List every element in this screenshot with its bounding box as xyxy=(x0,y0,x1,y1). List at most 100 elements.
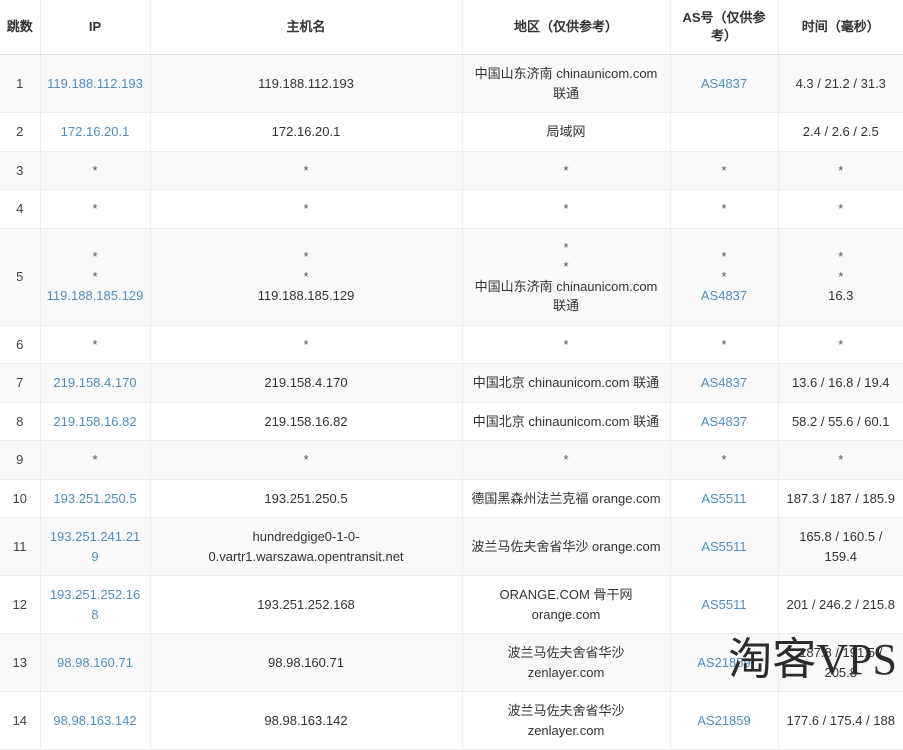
cell-as: * xyxy=(670,189,779,229)
cell-as-link[interactable]: AS21859 xyxy=(697,713,751,728)
cell-ip-link[interactable]: 193.251.241.219 xyxy=(50,529,140,564)
table-row: 13 98.98.160.71 98.98.160.71 波兰马佐夫舍省华沙 zenl… xyxy=(0,633,903,692)
table-row: 9 * * * * * xyxy=(0,440,903,480)
cell-as[interactable]: AS4837 xyxy=(670,54,779,113)
cell-as-link[interactable]: AS21859 xyxy=(697,655,751,670)
cell-region-line: * xyxy=(563,452,569,467)
cell-as-link[interactable]: AS5511 xyxy=(701,597,746,612)
column-header-region: 地区（仅供参考） xyxy=(462,0,671,55)
hop-number: 7 xyxy=(16,375,24,390)
cell-hop: 8 xyxy=(0,402,41,441)
cell-ip[interactable]: 172.16.20.1 xyxy=(40,112,151,152)
cell-region: 波兰马佐夫舍省华沙 orange.com xyxy=(462,517,671,576)
cell-ip-link[interactable]: 193.251.252.168 xyxy=(50,587,140,622)
cell-time-line: 4.3 / 21.2 / 31.3 xyxy=(795,75,886,91)
hop-number: 2 xyxy=(16,124,24,139)
cell-ip-link[interactable]: 98.98.163.142 xyxy=(53,713,136,728)
cell-as-link[interactable]: AS4837 xyxy=(701,375,747,390)
cell-hostname-line: 119.188.112.193 xyxy=(258,75,354,91)
hop-number: 1 xyxy=(16,75,24,91)
cell-as[interactable]: AS5511 xyxy=(670,575,779,634)
traceroute-results-table: 跳数 IP 主机名 地区（仅供参考） AS号（仅供参考） 时间（毫秒） 1 119… xyxy=(0,0,903,750)
cell-as[interactable]: AS4837 xyxy=(670,363,779,403)
cell-region-line: * xyxy=(563,201,569,216)
cell-as-line: * xyxy=(721,336,727,352)
cell-time: * xyxy=(778,151,903,190)
cell-hostname: 98.98.160.71 xyxy=(150,633,463,692)
cell-hop: 12 xyxy=(0,575,41,634)
cell-time: 13.6 / 16.8 / 19.4 xyxy=(778,363,903,403)
cell-time: 177.6 / 175.4 / 188 xyxy=(778,691,903,750)
hop-number: 11 xyxy=(13,538,27,554)
cell-as[interactable]: AS5511 xyxy=(670,479,779,518)
cell-time: * xyxy=(778,189,903,229)
cell-hostname-line: hundredgige0-1-0-0.vartr1.warszawa.opent… xyxy=(208,529,404,564)
cell-ip[interactable]: * * 119.188.185.129 xyxy=(40,228,151,326)
cell-time-line: * xyxy=(838,201,844,216)
table-row: 2 172.16.20.1 172.16.20.1 局域网 2.4 / 2.6 / 2.… xyxy=(0,112,903,152)
cell-region-line: 波兰马佐夫舍省华沙 zenlayer.com xyxy=(507,645,625,680)
hop-number: 12 xyxy=(12,596,27,612)
cell-time-line: 13.6 / 16.8 / 19.4 xyxy=(791,375,890,390)
cell-region-line: * xyxy=(563,239,569,255)
table-row: 12 193.251.252.168 193.251.252.168 ORANGE.C… xyxy=(0,575,903,634)
cell-as[interactable]: AS4837 xyxy=(670,402,779,441)
cell-time-line: 187.3 / 187 / 185.9 xyxy=(786,490,895,506)
cell-ip[interactable]: 98.98.163.142 xyxy=(40,691,151,750)
cell-as-link[interactable]: AS4837 xyxy=(701,414,747,429)
cell-time: 165.8 / 160.5 / 159.4 xyxy=(778,517,903,576)
cell-hostname: * xyxy=(150,325,463,364)
cell-ip-link[interactable]: 98.98.160.71 xyxy=(57,655,133,670)
cell-as[interactable]: * * AS4837 xyxy=(670,228,779,326)
cell-ip[interactable]: 193.251.241.219 xyxy=(40,517,151,576)
cell-as[interactable]: AS21859 xyxy=(670,633,779,692)
cell-time-line: 165.8 / 160.5 / 159.4 xyxy=(799,529,883,564)
cell-region: 中国山东济南 chinaunicom.com 联通 xyxy=(462,54,671,113)
cell-hop: 11 xyxy=(0,517,41,576)
cell-hostname-line: 119.188.185.129 xyxy=(257,288,355,304)
cell-region: * xyxy=(462,325,671,364)
column-header-ip: IP xyxy=(40,0,151,55)
hop-number: 5 xyxy=(16,268,24,284)
cell-time: * * 16.3 xyxy=(778,228,903,326)
cell-hostname-line: * xyxy=(303,336,309,352)
cell-ip-line: * xyxy=(92,268,98,284)
cell-ip-line: * xyxy=(92,249,98,265)
cell-as-link[interactable]: AS4837 xyxy=(701,288,747,303)
cell-ip[interactable]: 98.98.160.71 xyxy=(40,633,151,692)
hop-number: 8 xyxy=(16,413,24,429)
column-header-host: 主机名 xyxy=(150,0,463,55)
cell-as-link[interactable]: AS4837 xyxy=(701,76,747,91)
cell-as-link[interactable]: AS5511 xyxy=(701,539,746,554)
cell-region: * xyxy=(462,189,671,229)
cell-hostname: * * 119.188.185.129 xyxy=(150,228,463,326)
cell-ip[interactable]: 219.158.4.170 xyxy=(40,363,151,403)
table-row: 11 193.251.241.219 hundredgige0-1-0-0.vart… xyxy=(0,517,903,576)
cell-ip[interactable]: 193.251.250.5 xyxy=(40,479,151,518)
cell-hop: 1 xyxy=(0,54,41,113)
cell-ip[interactable]: 219.158.16.82 xyxy=(40,402,151,441)
cell-region-line: 中国山东济南 chinaunicom.com 联通 xyxy=(474,278,658,314)
cell-region: 波兰马佐夫舍省华沙 zenlayer.com xyxy=(462,691,671,750)
cell-hostname-line: * xyxy=(303,249,309,265)
cell-ip[interactable]: 193.251.252.168 xyxy=(40,575,151,634)
cell-ip-link[interactable]: 219.158.16.82 xyxy=(53,414,136,429)
cell-time: * xyxy=(778,440,903,480)
cell-hop: 13 xyxy=(0,633,41,692)
cell-ip-link[interactable]: 219.158.4.170 xyxy=(53,375,136,390)
cell-ip-link[interactable]: 119.188.185.129 xyxy=(47,288,144,303)
cell-region-line: ORANGE.COM 骨干网 orange.com xyxy=(499,587,633,622)
cell-hostname: 193.251.252.168 xyxy=(150,575,463,634)
cell-ip: * xyxy=(40,189,151,229)
hop-number: 14 xyxy=(12,712,27,728)
cell-as[interactable]: AS21859 xyxy=(670,691,779,750)
cell-ip[interactable]: 119.188.112.193 xyxy=(40,54,151,113)
cell-as-link[interactable]: AS5511 xyxy=(701,491,746,506)
cell-ip-link[interactable]: 119.188.112.193 xyxy=(47,76,143,91)
cell-as: * xyxy=(670,325,779,364)
cell-hostname-line: * xyxy=(303,268,309,284)
cell-ip-link[interactable]: 193.251.250.5 xyxy=(53,491,136,506)
cell-as[interactable]: AS5511 xyxy=(670,517,779,576)
cell-time-line: * xyxy=(838,162,844,178)
cell-ip-link[interactable]: 172.16.20.1 xyxy=(61,124,130,139)
